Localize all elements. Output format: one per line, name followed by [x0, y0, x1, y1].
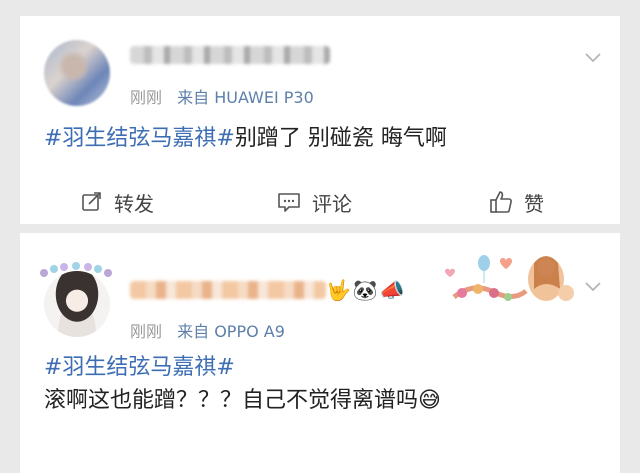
post-actions: 转发 评论 赞 — [20, 182, 620, 222]
repost-label: 转发 — [114, 191, 154, 216]
post-meta: 刚刚 来自 OPPO A9 — [130, 318, 285, 342]
chevron-down-icon[interactable] — [584, 48, 602, 66]
share-icon — [82, 192, 101, 211]
post-time: 刚刚 — [130, 322, 163, 341]
avatar[interactable] — [44, 271, 110, 337]
comment-button[interactable]: 评论 — [276, 182, 352, 222]
post-body: 滚啊这也能蹭？？？自己不觉得离谱吗😅 — [44, 388, 441, 413]
chevron-down-icon[interactable] — [584, 277, 602, 295]
comment-label: 评论 — [312, 191, 352, 216]
post-card[interactable]: 刚刚 来自 HUAWEI P30 #羽生结弦马嘉祺#别蹭了 别碰瓷 晦气啊 转发 — [20, 16, 620, 224]
username-blurred[interactable] — [130, 46, 330, 64]
like-button[interactable]: 赞 — [488, 182, 544, 222]
post-time: 刚刚 — [130, 88, 163, 107]
post-text: #羽生结弦马嘉祺#别蹭了 别碰瓷 晦气啊 — [44, 123, 447, 155]
post-body: 别蹭了 别碰瓷 晦气啊 — [234, 126, 447, 151]
avatar[interactable] — [44, 40, 110, 106]
badge-emojis: 🤟🐼📣 — [326, 278, 407, 302]
post-source: 来自 OPPO A9 — [177, 322, 285, 341]
post-hashtag-line: #羽生结弦马嘉祺# — [44, 352, 235, 384]
like-label: 赞 — [524, 191, 544, 216]
repost-button[interactable]: 转发 — [80, 182, 154, 222]
post-meta: 刚刚 来自 HUAWEI P30 — [130, 84, 314, 108]
post-source: 来自 HUAWEI P30 — [177, 88, 314, 107]
post-card[interactable]: 🤟🐼📣 刚刚 来自 OPPO A9 #羽生结弦马嘉祺# 滚啊这也能蹭？？？自己不… — [20, 233, 620, 473]
comment-icon — [278, 193, 300, 212]
weibo-feed: 刚刚 来自 HUAWEI P30 #羽生结弦马嘉祺#别蹭了 别碰瓷 晦气啊 转发 — [20, 0, 620, 473]
decoration-sticker — [445, 255, 574, 301]
hashtag-link[interactable]: #羽生结弦马嘉祺# — [44, 126, 235, 151]
username-blurred[interactable] — [130, 281, 326, 299]
hashtag-link[interactable]: #羽生结弦马嘉祺# — [44, 355, 235, 380]
flower-crown-icon — [40, 262, 112, 277]
thumbs-up-icon — [490, 191, 512, 213]
